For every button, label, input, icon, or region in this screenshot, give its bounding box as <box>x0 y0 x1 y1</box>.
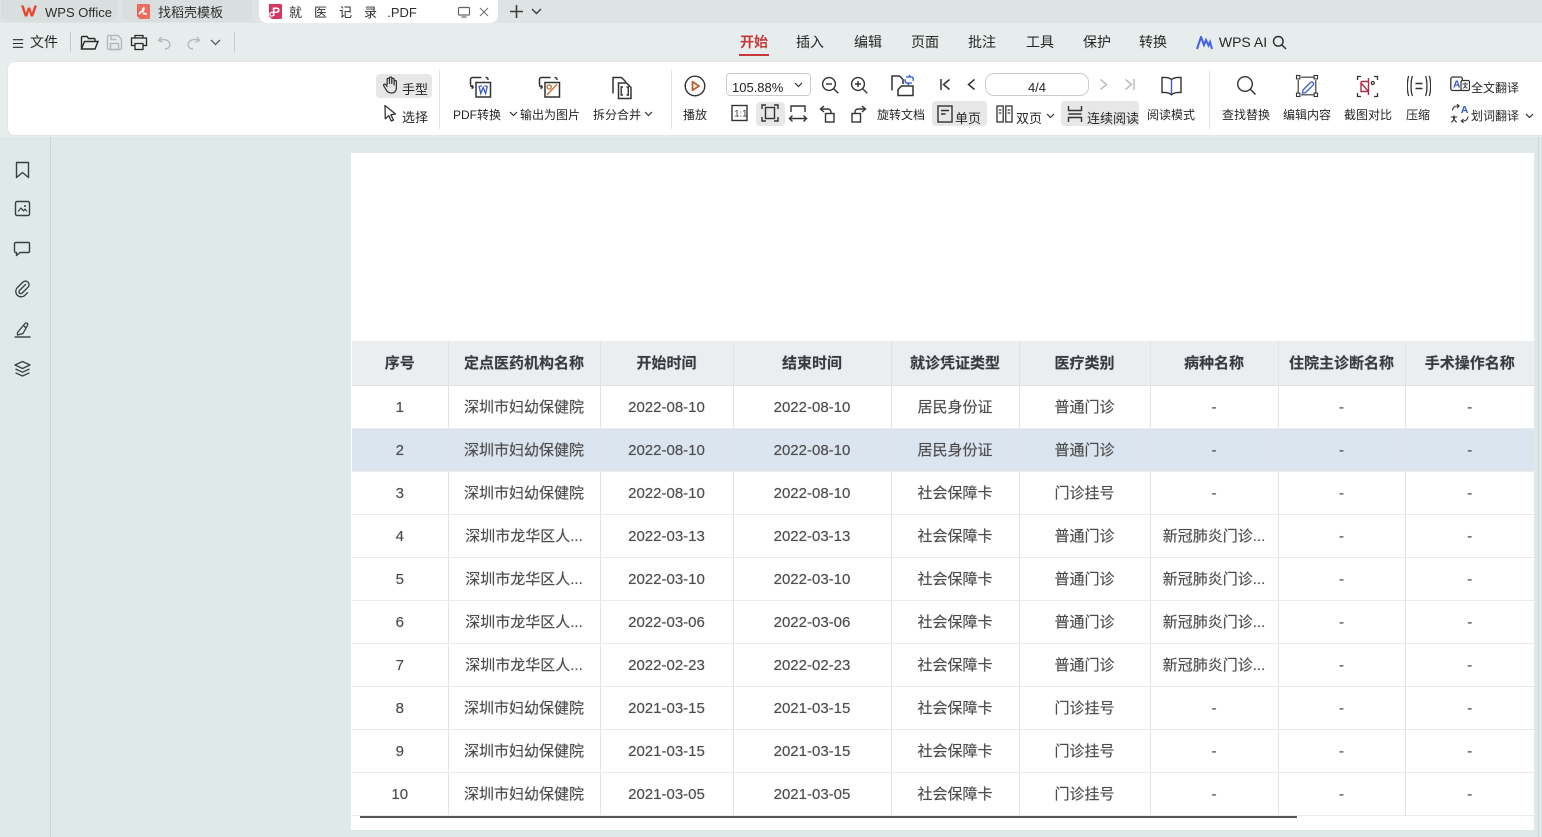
svg-text:P: P <box>272 5 280 19</box>
svg-text:A: A <box>1453 80 1460 91</box>
svg-text:A: A <box>1461 104 1469 116</box>
svg-text:1:1: 1:1 <box>734 109 747 120</box>
